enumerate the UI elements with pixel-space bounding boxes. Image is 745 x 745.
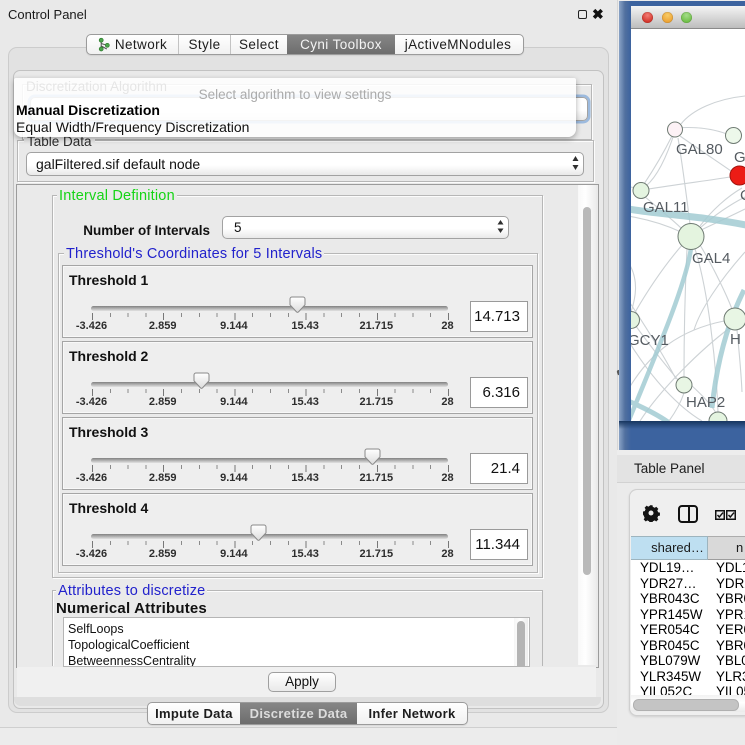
svg-text:GAL80: GAL80 — [676, 141, 723, 158]
svg-text:HAP2: HAP2 — [686, 394, 725, 411]
svg-text:GCY1: GCY1 — [631, 332, 669, 349]
svg-text:G.: G. — [734, 149, 745, 166]
svg-text:GAL11: GAL11 — [643, 199, 689, 216]
svg-text:C: C — [740, 187, 745, 204]
svg-text:GAL4: GAL4 — [692, 250, 730, 267]
svg-text:H: H — [730, 331, 741, 348]
